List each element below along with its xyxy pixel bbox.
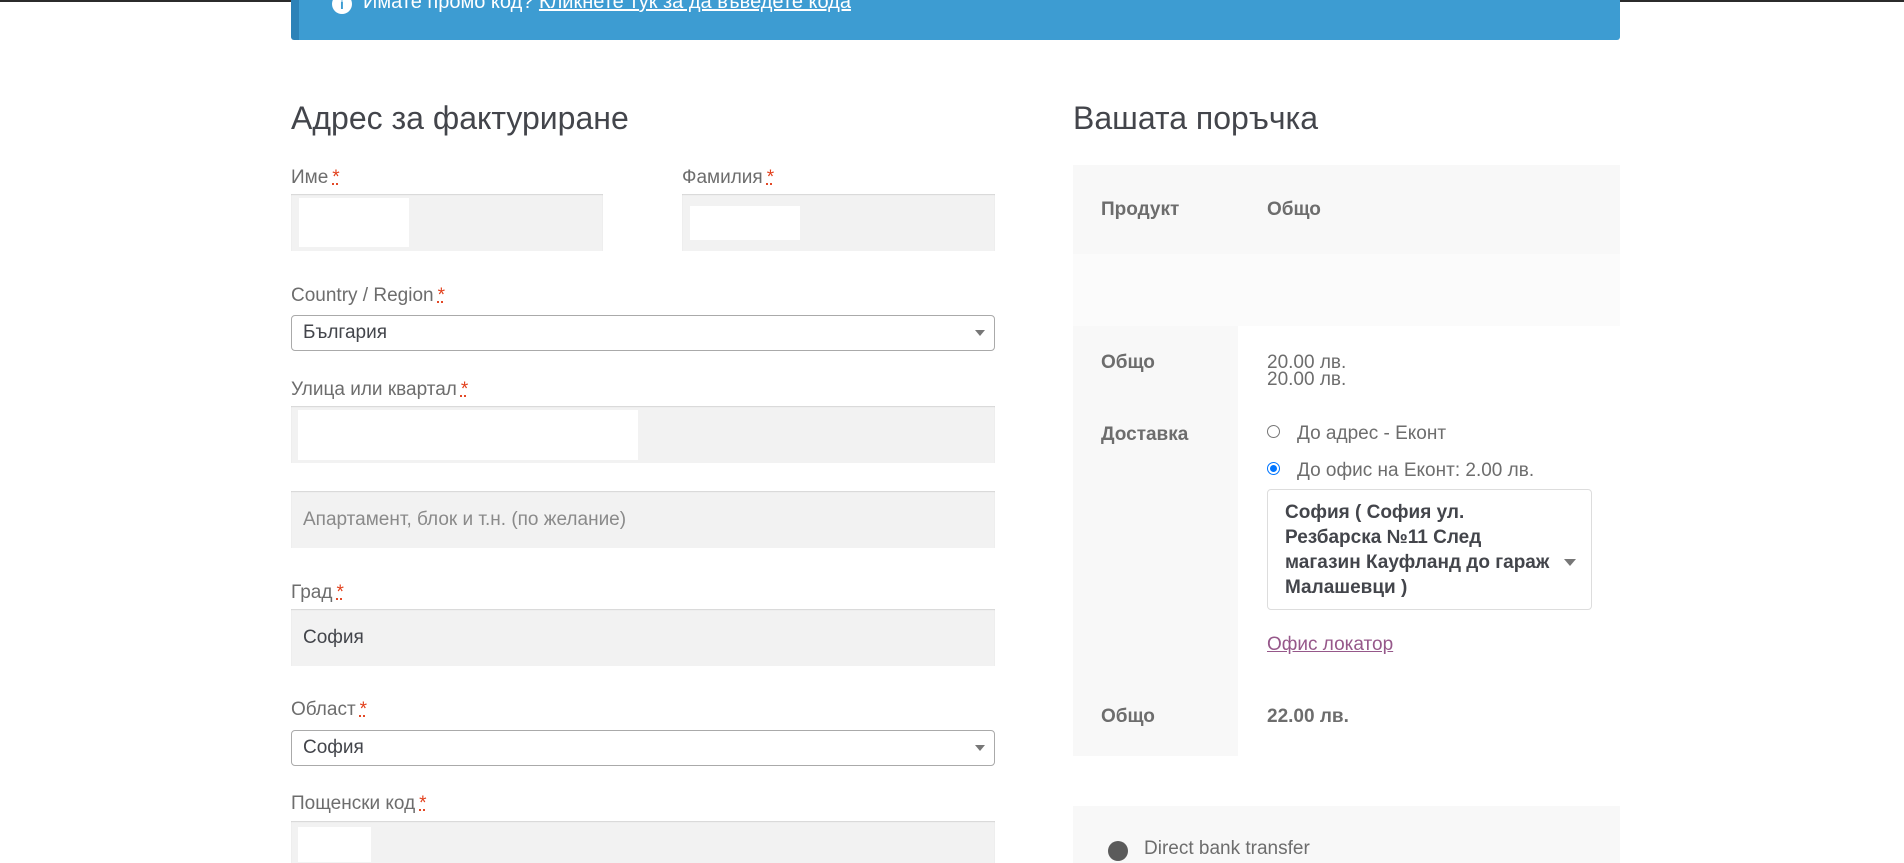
first-name-field[interactable] <box>291 194 603 251</box>
shipping-option-address: До адрес - Еконт <box>1297 423 1447 444</box>
shipping-label: Доставка <box>1101 424 1189 445</box>
office-locator-link[interactable]: Офис локатор <box>1267 634 1393 656</box>
promo-notice-text: Имате промо код? Кликнете тук за да въве… <box>363 0 851 14</box>
postcode-label: Пощенски код * <box>291 793 427 814</box>
city-label: Град * <box>291 582 344 603</box>
country-value: България <box>303 322 387 343</box>
required-mark: * <box>359 699 368 720</box>
subtotal-value: 20.00 лв. <box>1267 352 1347 373</box>
subtotal-label: Общо <box>1101 352 1155 373</box>
region-value: София <box>303 737 364 758</box>
street-label: Улица или квартал * <box>291 379 469 400</box>
required-mark: * <box>419 793 427 814</box>
city-field[interactable]: София <box>291 609 995 666</box>
required-mark: * <box>332 167 340 188</box>
total-value: 22.00 лв. <box>1267 706 1349 727</box>
country-label: Country / Region * <box>291 285 445 306</box>
postcode-value-mask <box>298 827 371 862</box>
column-product: Продукт <box>1101 199 1180 220</box>
shipping-option-office: До офис на Еконт: 2.00 лв. <box>1297 460 1535 481</box>
street-value-mask <box>298 410 638 460</box>
required-mark: * <box>336 582 344 603</box>
promo-link[interactable]: Кликнете тук за да въведете кода <box>539 0 851 13</box>
first-name-label: Име * <box>291 167 340 188</box>
last-name-value-mask <box>690 206 800 240</box>
total-label: Общо <box>1101 706 1155 727</box>
order-title: Вашата поръчка <box>1073 100 1318 136</box>
first-name-value-mask <box>299 198 409 247</box>
order-item-row: test × 1 20.00 лв. <box>1073 254 1620 390</box>
region-label: Област * <box>291 699 368 720</box>
country-select[interactable]: България <box>291 315 995 351</box>
payment-method-label: Direct bank transfer <box>1144 838 1310 859</box>
street-field[interactable] <box>291 406 995 463</box>
last-name-field[interactable] <box>682 194 995 251</box>
shipping-radio-office[interactable] <box>1267 462 1280 475</box>
required-mark: * <box>766 167 775 188</box>
chevron-down-icon <box>975 745 985 751</box>
payment-radio-bank-transfer[interactable] <box>1108 841 1128 861</box>
office-value: София ( София ул. Резбарска №11 След маг… <box>1285 502 1550 598</box>
city-value: София <box>303 626 364 648</box>
order-header-row: Продукт Общо <box>1073 165 1620 254</box>
payment-methods: Direct bank transfer <box>1073 806 1620 863</box>
region-select[interactable]: София <box>291 730 995 766</box>
chevron-down-icon <box>975 330 985 336</box>
billing-title: Адрес за фактуриране <box>291 100 629 136</box>
apartment-placeholder: Апартамент, блок и т.н. (по желание) <box>303 508 627 530</box>
info-icon: i <box>332 0 352 14</box>
office-select[interactable]: София ( София ул. Резбарска №11 След маг… <box>1267 489 1592 610</box>
required-mark: * <box>437 285 445 306</box>
last-name-label: Фамилия * <box>682 167 775 188</box>
postcode-field[interactable] <box>291 821 995 863</box>
required-mark: * <box>460 379 469 400</box>
chevron-down-icon <box>1564 559 1576 566</box>
shipping-radio-address[interactable] <box>1267 425 1280 438</box>
apartment-field[interactable]: Апартамент, блок и т.н. (по желание) <box>291 491 995 548</box>
column-total: Общо <box>1267 199 1321 220</box>
promo-notice: i Имате промо код? Кликнете тук за да въ… <box>291 0 1620 40</box>
order-label-column <box>1073 326 1238 756</box>
promo-question: Имате промо код? <box>363 0 534 13</box>
